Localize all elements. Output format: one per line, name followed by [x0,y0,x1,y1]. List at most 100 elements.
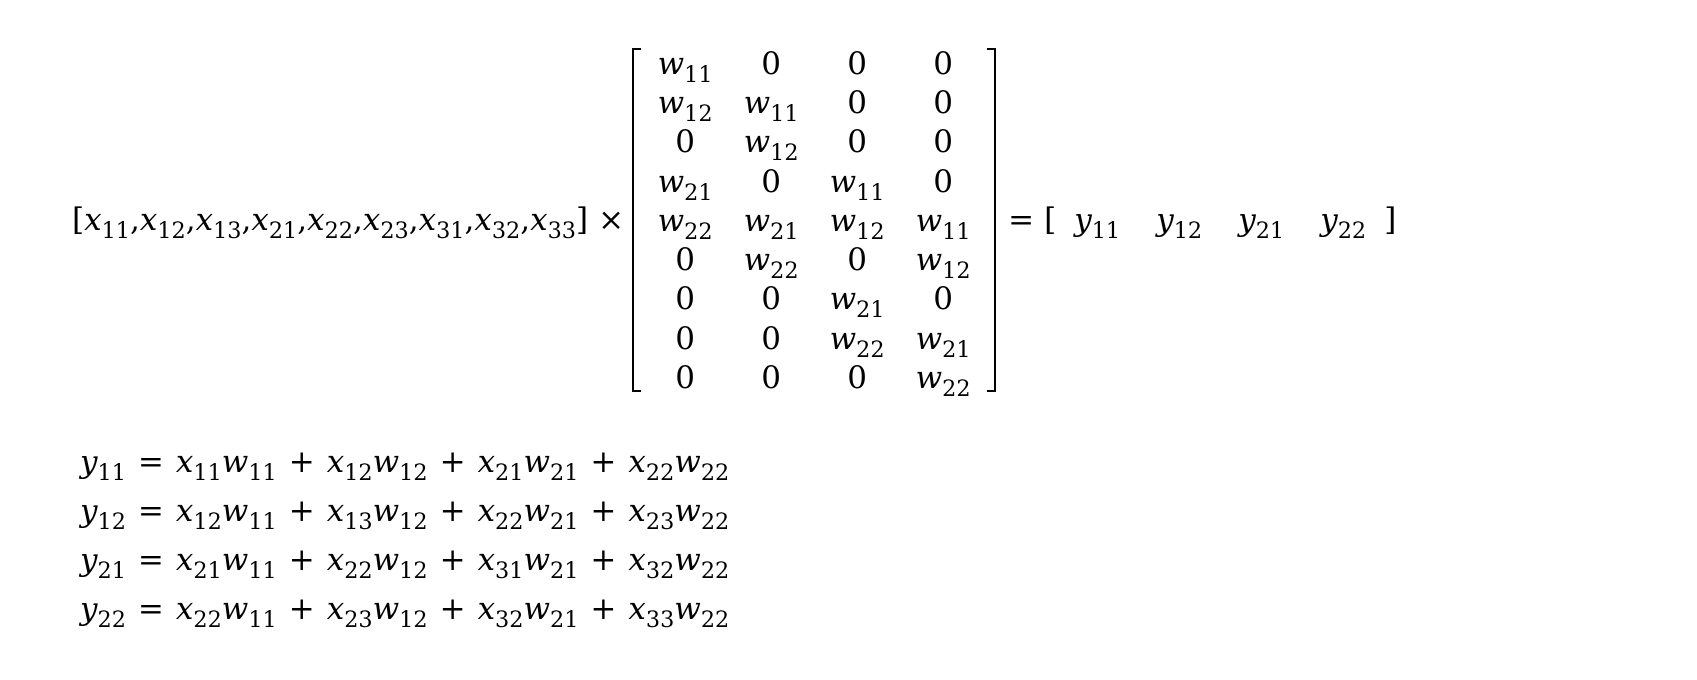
matrix-entry-base: w [657,163,685,200]
product-term: x22w12 [326,542,428,582]
matrix-entry: w11 [829,163,885,204]
term-factor-base: w [221,542,249,578]
input-vector-entry: x32 [474,202,520,242]
equation-lhs-base: y [80,542,98,578]
matrix-entry: 0 [847,84,867,121]
term-factor: x23 [628,493,674,533]
matrix-cell: 0 [728,321,814,357]
equation-lhs-subscript: 12 [97,508,126,535]
term-factor: w12 [372,493,428,533]
term-factor-base: x [477,542,496,578]
plus-operator: + [439,493,466,529]
matrix-cell: 0 [900,46,986,82]
term-factor: x13 [327,493,373,533]
term-factor: x32 [478,591,524,631]
matrix-cell: 0 [642,124,728,160]
matrix-entry: w21 [744,203,799,243]
matrix-entry-base: w [657,202,685,239]
comma-separator: , [408,202,419,238]
matrix-entry-subscript: 21 [856,297,885,324]
term-factor-base: x [628,591,646,627]
term-factor: w12 [373,591,428,631]
term-factor-subscript: 11 [248,606,277,633]
term-factor: x22 [478,493,524,533]
term-factor: x23 [327,591,373,631]
matrix-entry: 0 [761,320,781,357]
matrix-entry-subscript: 21 [770,218,799,245]
input-vector-entry-subscript: 31 [436,217,465,244]
matrix-cell: w12 [728,124,814,164]
plus-operator: + [439,591,466,627]
comma-separator: , [241,202,252,238]
product-term: x22w21 [478,493,579,533]
matrix-entry: 0 [933,163,953,200]
output-vector-close-bracket: ] [1384,202,1397,238]
term-factor-subscript: 13 [344,508,373,535]
term-factor-subscript: 31 [495,557,524,584]
matrix-cell: w12 [814,202,900,243]
matrix-cell: 0 [900,164,986,200]
matrix-equation: [x11,x12,x13,x21,x22,x23,x31,x32,x33] × … [72,44,1397,400]
term-factor-subscript: 12 [399,557,428,584]
term-factor: x21 [176,542,222,582]
matrix-entry: w22 [744,242,799,282]
input-vector-entry: x31 [419,202,465,242]
equation-lhs-base: y [80,493,98,529]
input-vector-entry-base: x [195,202,214,238]
product-term: x12w12 [327,444,428,484]
output-vector-entry-subscript: 21 [1255,217,1285,244]
product-term: x33w22 [628,591,729,631]
matrix-entry: w22 [916,360,971,400]
product-term: x21w21 [478,444,579,484]
term-factor: w21 [523,444,578,484]
plus-operator: + [590,591,617,627]
term-factor-base: x [326,542,345,578]
term-factor-base: x [175,591,194,627]
term-factor-base: w [372,493,400,529]
matrix-cell: 0 [642,360,728,396]
input-vector-entry-base: x [251,202,269,238]
output-vector-entry-subscript: 11 [1091,217,1121,244]
term-factor-subscript: 11 [248,557,277,584]
equation-equals-sign: = [137,542,164,578]
term-factor: x22 [175,591,222,631]
term-factor-subscript: 21 [495,459,524,486]
plus-operator: + [590,444,617,480]
matrix-cell: w22 [728,242,814,282]
term-factor-subscript: 12 [193,508,222,535]
term-factor-subscript: 22 [193,606,222,633]
output-vector-open-bracket: [ [1044,202,1057,238]
term-factor: w21 [523,542,578,582]
matrix-entry-base: w [829,163,857,200]
term-factor-base: w [372,542,400,578]
matrix-entry-subscript: 22 [770,257,799,284]
matrix-cell: 0 [814,46,900,82]
output-vector-entry-base: y [1320,202,1338,238]
term-factor: x11 [175,444,222,484]
term-factor: w22 [674,542,729,582]
input-vector-entry: x33 [530,202,576,242]
comma-separator: , [130,202,140,238]
term-factor-subscript: 22 [700,557,730,584]
matrix-entry-subscript: 12 [942,257,971,284]
matrix-entry: 0 [933,281,953,318]
matrix-entry: 0 [761,163,781,200]
term-factor-subscript: 11 [193,459,222,486]
matrix-entry-base: w [829,202,857,239]
term-factor-base: x [175,444,194,480]
term-factor-subscript: 21 [550,508,579,535]
matrix-entry: w22 [657,202,713,243]
equation-lhs: y12 [80,493,126,533]
plus-operator: + [288,493,315,529]
output-vector-cell: y21 [1220,202,1302,242]
matrix-entry-subscript: 22 [856,336,885,363]
product-term: x32w21 [478,591,579,631]
term-factor-base: x [628,444,646,480]
output-vector-cell: y22 [1302,202,1384,242]
input-vector-close-bracket: ] [576,202,589,238]
term-factor: w11 [221,542,277,582]
matrix-cell: 0 [900,85,986,121]
comma-separator: , [520,202,531,238]
matrix-cell: 0 [642,242,728,278]
equals-sign: = [1008,202,1035,238]
